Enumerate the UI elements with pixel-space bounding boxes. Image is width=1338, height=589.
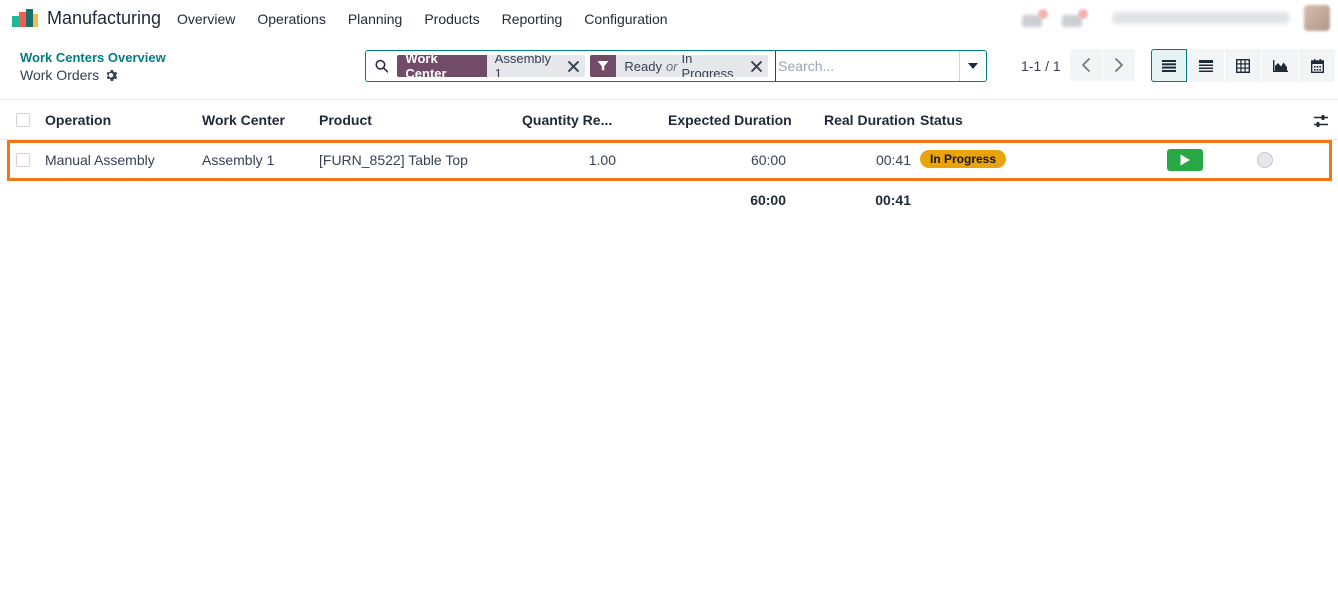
cell-product[interactable]: [FURN_8522] Table Top xyxy=(319,152,468,168)
chevron-right-icon xyxy=(1115,58,1123,72)
messages-icon[interactable] xyxy=(1022,9,1048,27)
caret-down-icon xyxy=(968,63,979,69)
navbar-systray xyxy=(1022,5,1330,31)
activities-icon[interactable] xyxy=(1062,9,1088,27)
pager-value[interactable]: 1-1 / 1 xyxy=(1021,58,1061,74)
search-bar: Work Center Assembly 1 Ready or In Progr… xyxy=(365,50,987,82)
status-badge: In Progress xyxy=(920,150,1007,168)
cell-real-duration[interactable]: 00:41 xyxy=(876,152,911,168)
facet-work-center: Work Center Assembly 1 xyxy=(397,55,586,77)
search-input[interactable] xyxy=(775,51,960,81)
facet-label: Work Center xyxy=(397,55,487,77)
facet-value: Ready or In Progress xyxy=(616,55,745,77)
cell-work-center[interactable]: Assembly 1 xyxy=(202,152,274,168)
pivot-view-icon xyxy=(1236,58,1250,73)
company-switcher[interactable] xyxy=(1112,12,1290,24)
app-name[interactable]: Manufacturing xyxy=(47,8,161,29)
facet-status-filter: Ready or In Progress xyxy=(590,55,769,77)
facet-value: Assembly 1 xyxy=(494,55,552,77)
total-real-duration: 00:41 xyxy=(875,192,911,208)
graph-view-button[interactable] xyxy=(1262,49,1298,82)
column-header-product[interactable]: Product xyxy=(319,112,372,128)
menu-configuration[interactable]: Configuration xyxy=(573,11,678,27)
search-options-toggle[interactable] xyxy=(959,51,986,81)
main-menu: Overview Operations Planning Products Re… xyxy=(166,0,679,37)
cell-expected-duration[interactable]: 60:00 xyxy=(751,152,786,168)
page-title: Work Orders xyxy=(20,67,100,83)
calendar-view-button[interactable] xyxy=(1299,49,1335,82)
menu-reporting[interactable]: Reporting xyxy=(491,11,574,27)
manufacturing-app-icon[interactable] xyxy=(12,9,38,27)
play-icon xyxy=(1180,154,1190,166)
top-navbar: Manufacturing Overview Operations Planni… xyxy=(0,0,1338,37)
row-checkbox[interactable] xyxy=(16,153,30,167)
start-work-order-button[interactable] xyxy=(1167,149,1203,171)
calendar-view-icon xyxy=(1310,58,1324,73)
column-header-quantity[interactable]: Quantity Re... xyxy=(522,112,612,128)
column-header-real-duration[interactable]: Real Duration xyxy=(824,112,915,128)
chevron-left-icon xyxy=(1082,58,1090,72)
user-avatar[interactable] xyxy=(1304,5,1330,31)
facet-value-ready: Ready xyxy=(624,58,662,74)
graph-view-icon xyxy=(1272,59,1288,72)
row-status-indicator[interactable] xyxy=(1257,152,1273,168)
pivot-view-button[interactable] xyxy=(1225,49,1261,82)
column-header-work-center[interactable]: Work Center xyxy=(202,112,285,128)
kanban-view-icon xyxy=(1199,59,1213,72)
list-view-icon xyxy=(1162,59,1176,72)
pager-next-button[interactable] xyxy=(1103,49,1135,81)
menu-overview[interactable]: Overview xyxy=(166,11,246,27)
facet-remove-button[interactable] xyxy=(563,55,586,77)
menu-products[interactable]: Products xyxy=(413,11,490,27)
search-icon xyxy=(375,59,389,73)
select-all-checkbox[interactable] xyxy=(16,113,30,127)
kanban-view-button[interactable] xyxy=(1188,49,1224,82)
control-panel-divider xyxy=(0,99,1338,100)
total-expected-duration: 60:00 xyxy=(750,192,786,208)
optional-columns-icon[interactable] xyxy=(1313,113,1329,129)
column-header-operation[interactable]: Operation xyxy=(45,112,111,128)
close-icon xyxy=(568,60,580,72)
view-switcher xyxy=(1151,49,1335,82)
breadcrumb-current: Work Orders xyxy=(20,67,118,83)
breadcrumb-parent[interactable]: Work Centers Overview xyxy=(20,50,166,65)
facet-separator: or xyxy=(665,58,678,74)
list-view-button[interactable] xyxy=(1151,49,1187,82)
cell-operation[interactable]: Manual Assembly xyxy=(45,152,155,168)
menu-operations[interactable]: Operations xyxy=(246,11,336,27)
cell-quantity[interactable]: 1.00 xyxy=(589,152,616,168)
menu-planning[interactable]: Planning xyxy=(337,11,414,27)
column-header-expected-duration[interactable]: Expected Duration xyxy=(668,112,792,128)
pager-previous-button[interactable] xyxy=(1070,49,1102,81)
gear-icon[interactable] xyxy=(105,69,118,82)
facet-remove-button[interactable] xyxy=(745,55,768,77)
column-header-status[interactable]: Status xyxy=(920,112,963,128)
close-icon xyxy=(751,60,763,72)
filter-icon xyxy=(597,61,609,71)
facet-value-in-progress: In Progress xyxy=(681,55,734,77)
facet-label-filter xyxy=(590,55,617,77)
